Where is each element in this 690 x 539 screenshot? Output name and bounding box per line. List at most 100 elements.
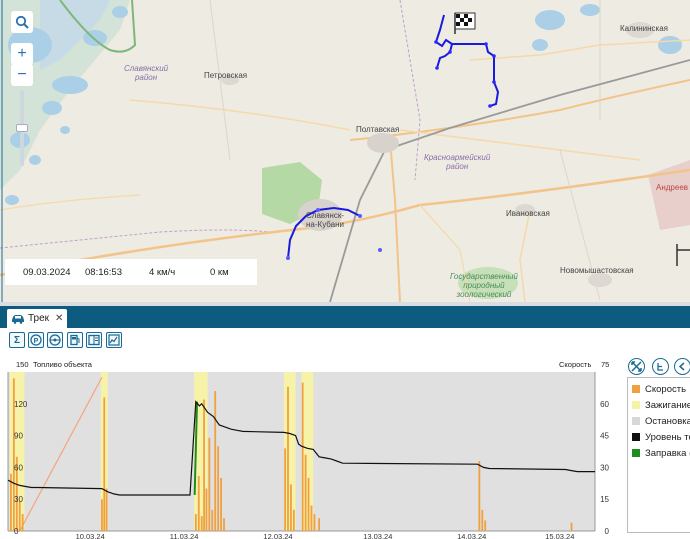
map-label-krasnoarmeysky-district: Красноармейский район — [424, 153, 491, 171]
chart-button[interactable] — [106, 332, 122, 348]
y-left-tick-label: 90 — [14, 432, 23, 441]
info-distance: 0 км — [210, 267, 229, 278]
legend-item[interactable]: Зажигание — [632, 398, 690, 412]
speed-bar — [101, 499, 103, 531]
map-label-andreevskaya: Андреев — [656, 183, 689, 192]
legend-item[interactable]: Уровень то — [632, 430, 690, 444]
e-icon — [657, 363, 663, 371]
map-label-slavyansky-district: Славянский район — [124, 64, 169, 82]
legend-item[interactable]: Заправка ( — [632, 446, 690, 460]
zoom-slider-handle[interactable] — [16, 124, 28, 132]
speed-bar — [318, 518, 321, 531]
speed-bar — [307, 478, 310, 531]
speed-bar — [208, 437, 211, 531]
map-view[interactable]: Славянский район Петровская Полтавская Кр… — [0, 0, 690, 302]
speed-bar — [205, 488, 208, 531]
columns-icon — [88, 334, 100, 346]
speed-bar — [217, 446, 220, 531]
chart-icon — [108, 334, 120, 346]
legend-swatch — [632, 449, 640, 457]
legend-swatch — [632, 417, 640, 425]
legend-label: Заправка ( — [645, 447, 690, 459]
tab-track[interactable]: Трек ✕ — [7, 309, 67, 328]
map-label-kalininskaya: Калининская — [620, 24, 669, 33]
legend-swatch — [632, 401, 640, 409]
legend-swatch — [632, 385, 640, 393]
fuel-button[interactable] — [67, 332, 83, 348]
speed-bar — [481, 509, 484, 531]
position-info-bar: 09.03.2024 08:16:53 4 км/ч 0 км — [5, 259, 257, 285]
y-right-tick-label: 45 — [600, 432, 609, 441]
map-label-poltavskaya: Полтавская — [356, 125, 400, 134]
legend-label: Уровень то — [645, 431, 690, 443]
fuel-icon — [70, 334, 80, 346]
left-axis-title: Топливо объекта — [33, 360, 92, 369]
app-window: Славянский район Петровская Полтавская Кр… — [0, 0, 690, 539]
speed-bar — [223, 518, 225, 531]
speed-bar — [203, 399, 205, 531]
speed-bar — [211, 509, 214, 531]
collapse-button[interactable] — [674, 358, 690, 375]
panel-header: Трек ✕ — [0, 306, 690, 328]
expand-button[interactable] — [628, 358, 645, 375]
speed-bar — [214, 391, 217, 531]
parking-button[interactable]: P — [28, 332, 44, 348]
chevron-left-icon — [678, 362, 685, 371]
y-left-tick-label: 60 — [14, 463, 23, 472]
map-search-button[interactable] — [11, 11, 33, 33]
speed-bar — [21, 514, 24, 531]
side-tools — [626, 352, 690, 376]
speed-bar — [197, 475, 200, 531]
speed-bar — [484, 520, 487, 531]
zoom-in-button[interactable]: + — [11, 43, 33, 65]
y-left-tick-label: 30 — [14, 495, 23, 504]
y-left-tick-label: 120 — [14, 400, 28, 409]
chart-toolbar: Σ P — [0, 328, 690, 352]
speed-bar — [105, 488, 108, 531]
chart-area[interactable]: 150 Топливо объекта Скорость 75 120 90 60 3… — [0, 352, 625, 539]
map-label-slavyansk: Славянск-на-Кубани — [306, 211, 345, 229]
map-label-park: Государственный природный зоологический — [450, 272, 518, 299]
chart-plot[interactable]: 120906030060453015010.03.24 11.03.24 12.03… — [0, 352, 625, 539]
map-label-ivanovskaya: Ивановская — [506, 209, 550, 218]
speed-bar — [310, 505, 313, 531]
info-date: 09.03.2024 — [23, 267, 71, 278]
columns-button[interactable] — [86, 332, 102, 348]
y-right-tick-label: 15 — [600, 495, 609, 504]
y-left-tick-label: 0 — [14, 527, 19, 536]
speed-bar — [18, 501, 21, 531]
speed-bar — [290, 484, 292, 531]
y-right-tick-label: 0 — [605, 527, 610, 536]
svg-text:P: P — [34, 338, 39, 345]
legend-item[interactable]: Остановка — [632, 414, 690, 428]
speed-bar — [194, 514, 197, 531]
e-button[interactable] — [652, 358, 669, 375]
speed-bar — [301, 382, 304, 531]
legend-label: Остановка — [645, 415, 690, 427]
map-label-petrovskaya: Петровская — [204, 71, 248, 80]
tab-track-label: Трек — [28, 313, 50, 324]
speed-bar — [313, 514, 316, 531]
speed-bar — [287, 386, 289, 531]
sum-button[interactable]: Σ — [9, 332, 25, 348]
x-tick-label: 10.03.24 — [76, 532, 105, 539]
map-label-novomyshastovskaya: Новомышастовская — [560, 266, 634, 275]
tab-close-button[interactable]: ✕ — [55, 313, 63, 324]
speed-bar — [200, 516, 203, 531]
map-tiles — [0, 0, 690, 302]
left-axis-top-label: 150 — [16, 360, 29, 369]
x-tick-label: 15.03.24 — [545, 532, 574, 539]
legend-label: Скорость — [645, 383, 687, 395]
steering-wheel-button[interactable] — [47, 332, 63, 348]
speed-bar — [284, 448, 286, 531]
zoom-out-button[interactable]: − — [11, 64, 33, 86]
x-tick-label: 14.03.24 — [457, 532, 486, 539]
sum-icon: Σ — [13, 334, 20, 346]
speed-bar — [103, 397, 106, 531]
x-tick-label: 13.03.24 — [363, 532, 392, 539]
x-tick-label: 12.03.24 — [263, 532, 292, 539]
legend-item[interactable]: Скорость — [632, 382, 686, 396]
speed-bar — [292, 509, 295, 531]
x-tick-label: 11.03.24 — [170, 532, 199, 539]
search-icon — [15, 15, 29, 29]
